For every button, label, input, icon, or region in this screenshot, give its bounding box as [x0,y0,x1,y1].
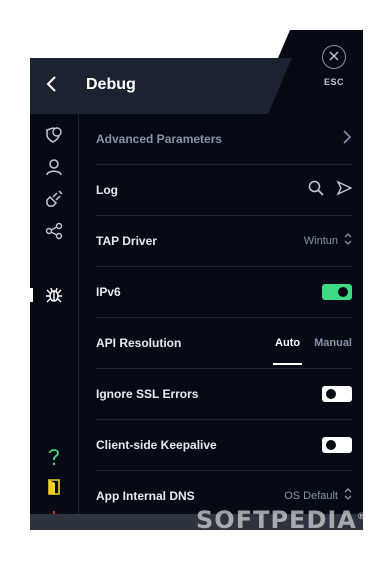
api-resolution-label: API Resolution [96,336,182,350]
bug-icon[interactable] [44,285,64,305]
active-indicator [30,288,33,302]
keepalive-row: Client-side Keepalive [96,420,352,471]
app-window: Debug ESC Advanced Parameters Log TAP Dr… [30,30,363,530]
watermark: SOFTPEDIA® [196,506,367,534]
watermark-text: SOFTPEDIA [196,506,357,534]
keepalive-label: Client-side Keepalive [96,438,217,452]
registered-mark: ® [356,512,367,522]
api-resolution-manual[interactable]: Manual [314,331,352,355]
dns-label: App Internal DNS [96,489,195,503]
close-icon [329,48,339,66]
chevron-left-icon [45,75,59,98]
esc-label: ESC [323,77,344,87]
toggle-knob [326,389,336,399]
toggle-knob [326,440,336,450]
api-resolution-auto[interactable]: Auto [273,331,303,365]
select-arrows-icon [344,232,352,250]
title-panel [30,58,292,114]
select-arrows-icon [344,487,352,505]
share-icon[interactable] [44,221,64,241]
ignore-ssl-row: Ignore SSL Errors [96,369,352,420]
advanced-parameters-label: Advanced Parameters [96,132,223,146]
tap-driver-row[interactable]: TAP Driver Wintun [96,216,352,267]
sidebar [30,114,79,527]
ipv6-row: IPv6 [96,267,352,318]
user-icon[interactable] [44,157,64,177]
api-resolution-row: API Resolution Auto Manual [96,318,352,369]
close-button[interactable] [322,45,346,69]
log-row: Log [96,165,353,216]
ipv6-label: IPv6 [96,285,121,299]
toggle-knob [338,287,348,297]
chevron-right-icon [342,129,352,150]
advanced-parameters-row[interactable]: Advanced Parameters [96,114,352,165]
dns-value[interactable]: OS Default [284,490,338,502]
ignore-ssl-label: Ignore SSL Errors [96,387,199,401]
door-exit-icon[interactable] [44,477,64,497]
api-resolution-segmented: Auto Manual [273,331,352,365]
page-title: Debug [86,76,136,93]
ipv6-toggle[interactable] [322,284,352,300]
send-icon[interactable] [336,180,353,201]
keepalive-toggle[interactable] [322,437,352,453]
search-icon[interactable] [308,180,324,201]
tap-driver-label: TAP Driver [96,234,157,248]
log-label: Log [96,183,118,197]
ignore-ssl-toggle[interactable] [322,386,352,402]
tap-driver-value[interactable]: Wintun [304,235,338,247]
settings-list: Advanced Parameters Log TAP Driver Wintu… [79,114,363,514]
back-button[interactable] [40,74,64,98]
help-icon[interactable] [44,447,64,467]
shield-globe-icon[interactable] [44,125,64,145]
plug-icon[interactable] [44,189,64,209]
